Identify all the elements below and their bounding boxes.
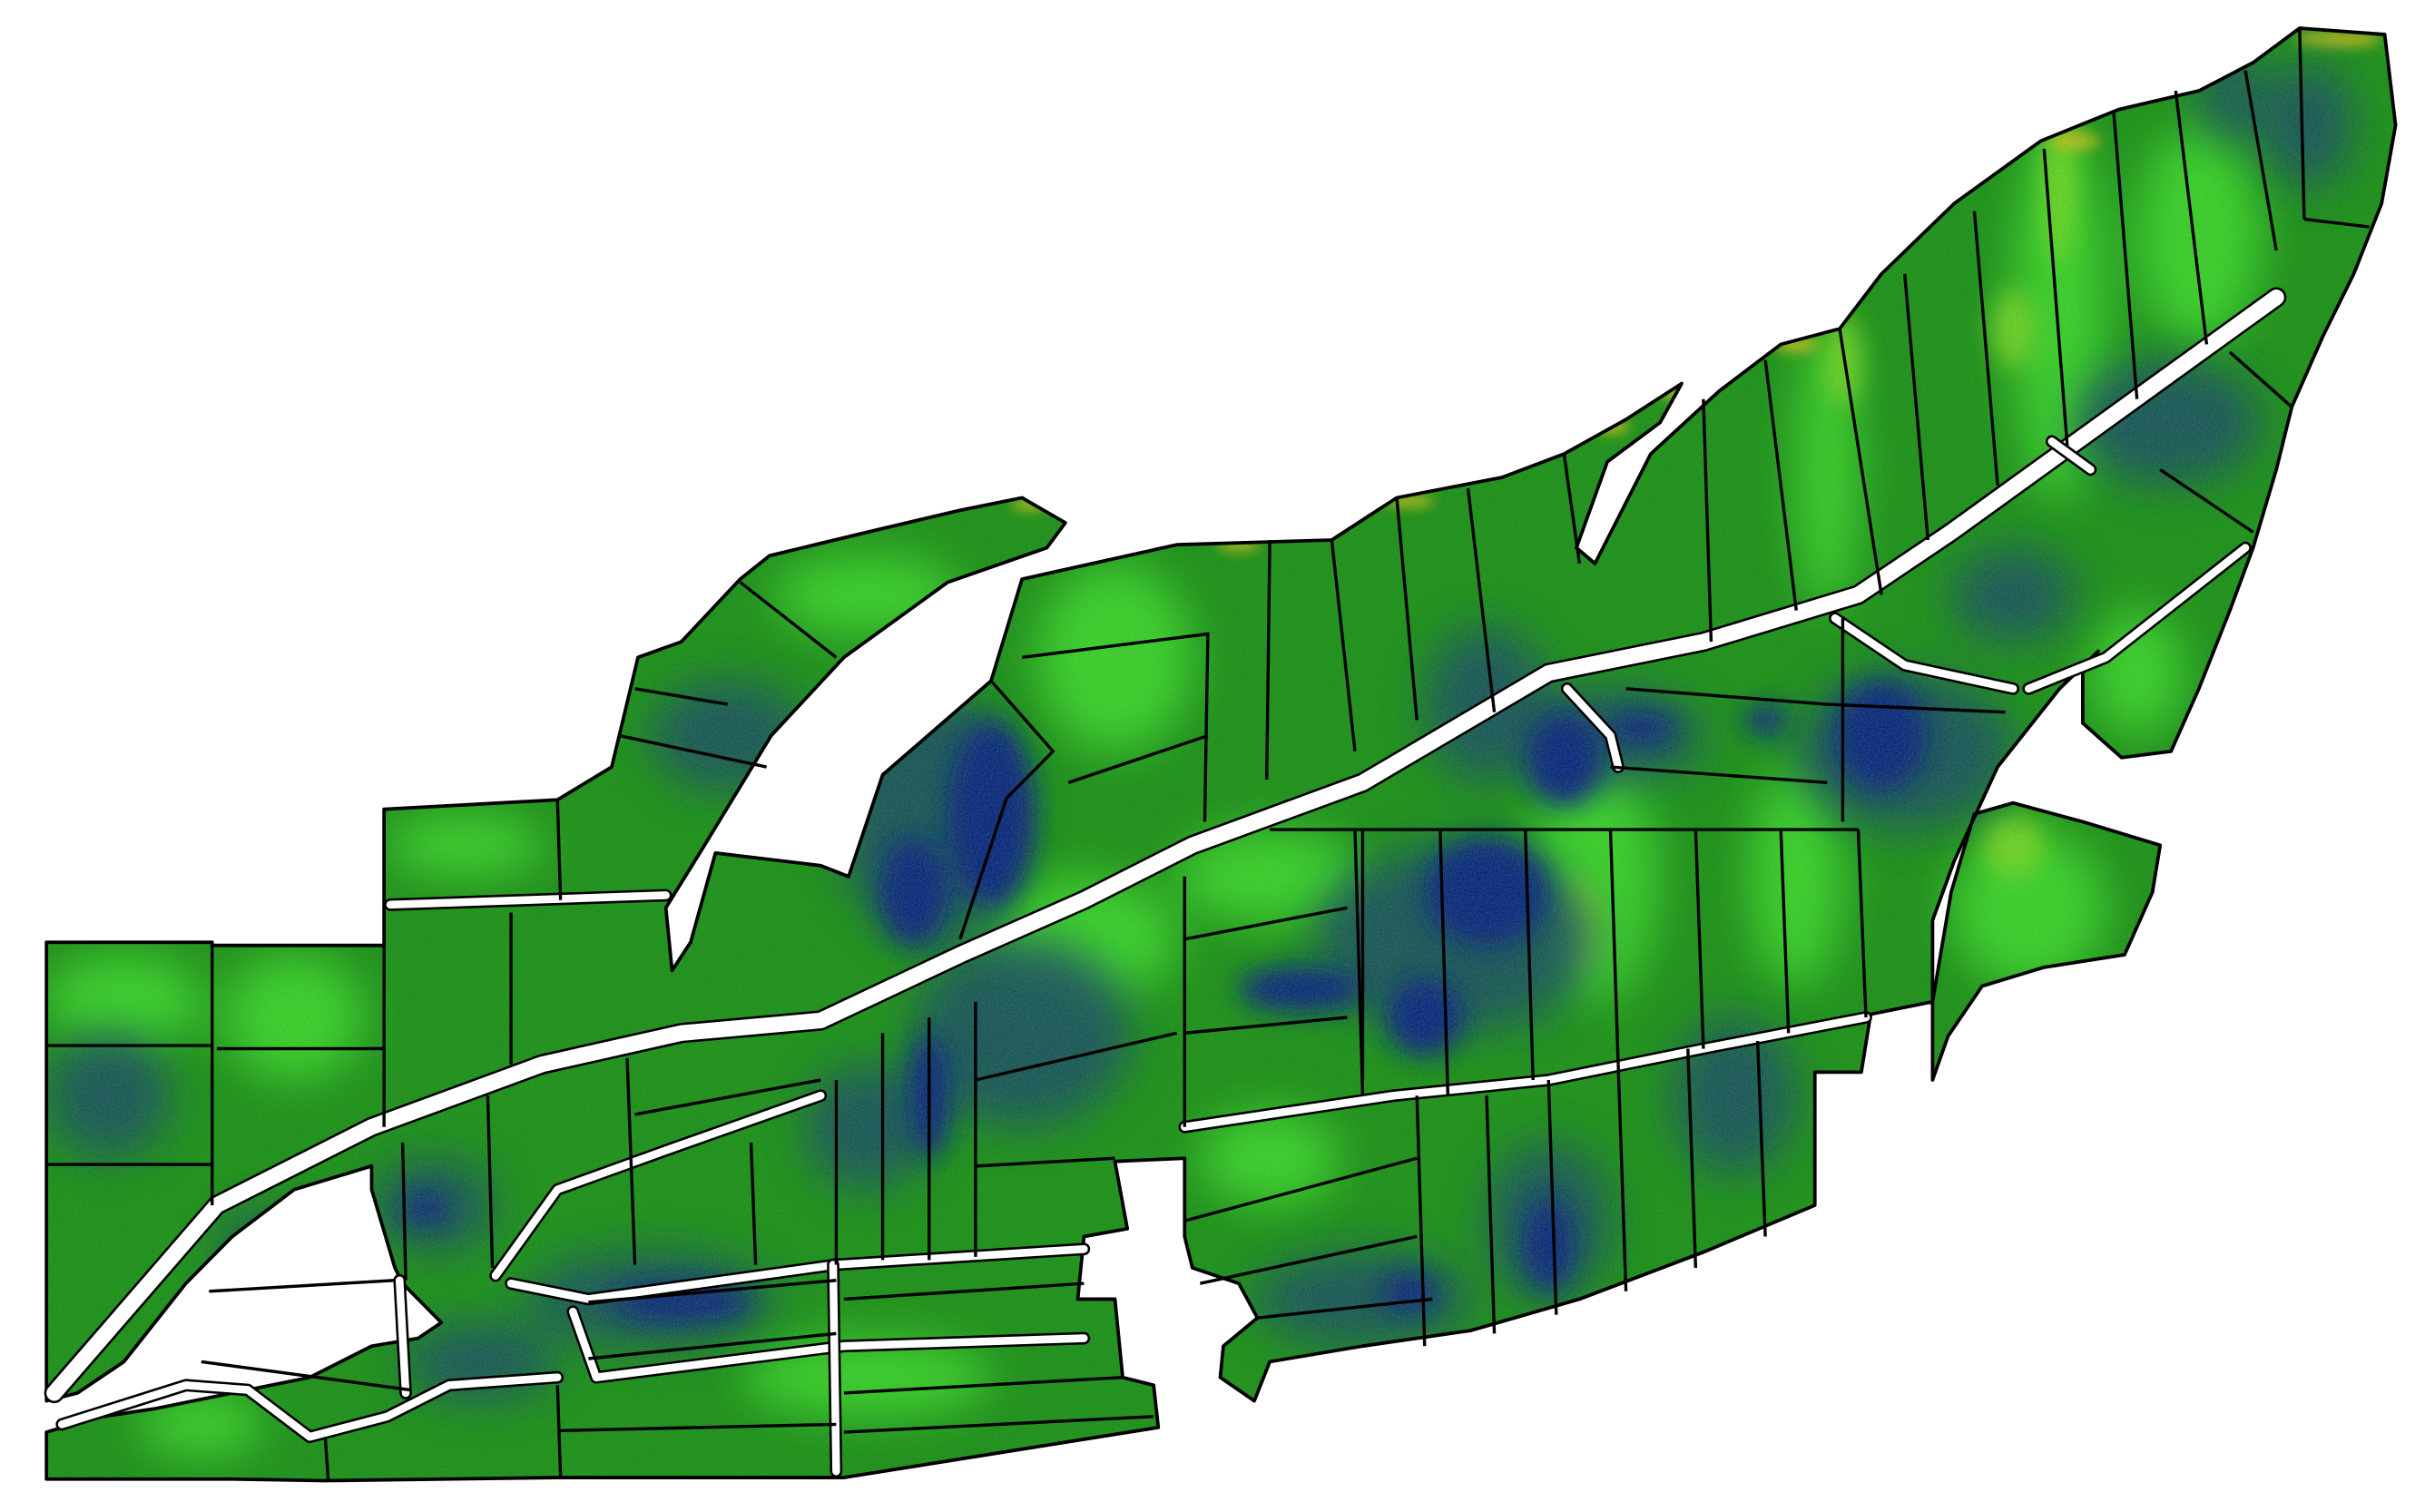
field-map [44, 26, 2398, 1483]
texture-overlay [46, 28, 2396, 1481]
field-surface [44, 26, 2398, 1483]
